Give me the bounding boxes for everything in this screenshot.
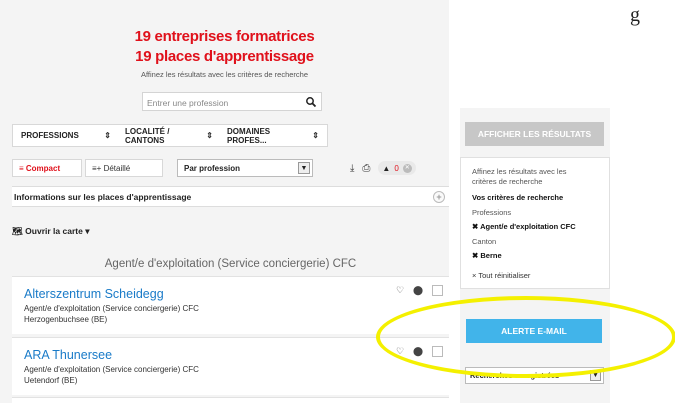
open-map-link[interactable]: 🗺 Ouvrir la carte ▾	[12, 226, 89, 237]
company-name-link[interactable]: Alterszentrum Scheidegg	[24, 287, 164, 301]
criteria-canton-label: Canton	[472, 237, 497, 246]
show-results-button[interactable]: AFFICHER LES RÉSULTATS	[465, 122, 604, 146]
sort-arrows-icon: ⇕	[312, 131, 319, 140]
view-compact-button[interactable]: ≡ Compact	[12, 159, 82, 177]
download-icon[interactable]: ⤓	[350, 163, 354, 174]
caret-down-icon: ▾	[85, 226, 90, 236]
location-pin-icon[interactable]: ⬤	[413, 285, 423, 296]
sort-select-value: Par profession	[184, 164, 241, 173]
filter-domains[interactable]: DOMAINES PROFES... ⇕	[219, 125, 327, 146]
apprenticeship-info-bar[interactable]: Informations sur les places d'apprentiss…	[12, 186, 449, 207]
remove-circle-icon[interactable]: ✖	[472, 251, 478, 260]
sort-arrows-icon: ⇕	[104, 131, 111, 140]
criteria-professions-label: Professions	[472, 208, 512, 217]
map-icon: 🗺	[12, 226, 23, 236]
company-location: Herzogenbuchsee (BE)	[24, 315, 108, 324]
highlight-ellipse	[376, 296, 675, 378]
company-name-link[interactable]: ARA Thunersee	[24, 348, 112, 362]
select-checkbox[interactable]	[432, 285, 443, 296]
open-map-label: Ouvrir la carte	[25, 226, 83, 236]
chevron-down-icon: ▼	[298, 162, 310, 174]
profession-search-input[interactable]	[147, 96, 297, 109]
view-detailed-button[interactable]: ≡+ Détaillé	[85, 159, 163, 177]
reset-all-link[interactable]: × Tout réinitialiser	[472, 271, 530, 280]
sort-arrows-icon: ⇕	[206, 131, 213, 140]
filter-bar: PROFESSIONS ⇕ LOCALITÉ / CANTONS ⇕ DOMAI…	[12, 124, 328, 147]
search-icon[interactable]	[305, 96, 317, 108]
criteria-profession-text: Agent/e d'exploitation CFC	[480, 222, 576, 231]
profession-group-heading: Agent/e d'exploitation (Service concierg…	[104, 258, 357, 270]
refine-text: critères de recherche	[472, 177, 543, 186]
company-location: Uetendorf (BE)	[24, 376, 78, 385]
criteria-canton-text: Berne	[480, 251, 502, 260]
criteria-profession-value[interactable]: ✖ Agent/e d'exploitation CFC	[472, 222, 576, 231]
criteria-canton-value[interactable]: ✖ Berne	[472, 251, 502, 260]
filter-domains-label: DOMAINES PROFES...	[227, 126, 271, 145]
filter-locality-cantons[interactable]: LOCALITÉ / CANTONS ⇕	[117, 125, 219, 146]
company-role: Agent/e d'exploitation (Service concierg…	[24, 365, 199, 374]
filter-professions[interactable]: PROFESSIONS ⇕	[13, 125, 117, 146]
plus-icon[interactable]: +	[433, 191, 445, 203]
criteria-heading: Vos critères de recherche	[472, 193, 564, 202]
saved-list-pill[interactable]: ▲ 0 ✕	[378, 161, 416, 175]
refine-text: Affinez les résultats avec les	[472, 167, 567, 176]
result-tools: ⤓ ⎙ ▲ 0 ✕	[350, 159, 446, 177]
edge-glyph: g	[630, 4, 640, 26]
close-icon[interactable]: ✕	[402, 163, 412, 173]
info-bar-label: Informations sur les places d'apprentiss…	[14, 192, 192, 202]
print-icon[interactable]: ⎙	[362, 163, 370, 174]
result-card[interactable]	[12, 397, 449, 403]
company-role: Agent/e d'exploitation (Service concierg…	[24, 304, 199, 313]
sort-select[interactable]: Par profession ▼	[177, 159, 313, 177]
heart-icon[interactable]: ♡	[396, 285, 404, 296]
lock-icon: ▲	[382, 163, 391, 173]
refine-subtitle: Affinez les résultats avec les critères …	[140, 70, 309, 79]
remove-circle-icon[interactable]: ✖	[472, 222, 478, 231]
places-count-heading: 19 places d'apprentissage	[135, 48, 314, 65]
companies-count-heading: 19 entreprises formatrices	[134, 28, 315, 45]
filter-professions-label: PROFESSIONS	[21, 131, 79, 140]
profession-search	[142, 92, 322, 111]
filter-locality-label: LOCALITÉ / CANTONS	[125, 126, 170, 145]
saved-count: 0	[394, 163, 399, 173]
